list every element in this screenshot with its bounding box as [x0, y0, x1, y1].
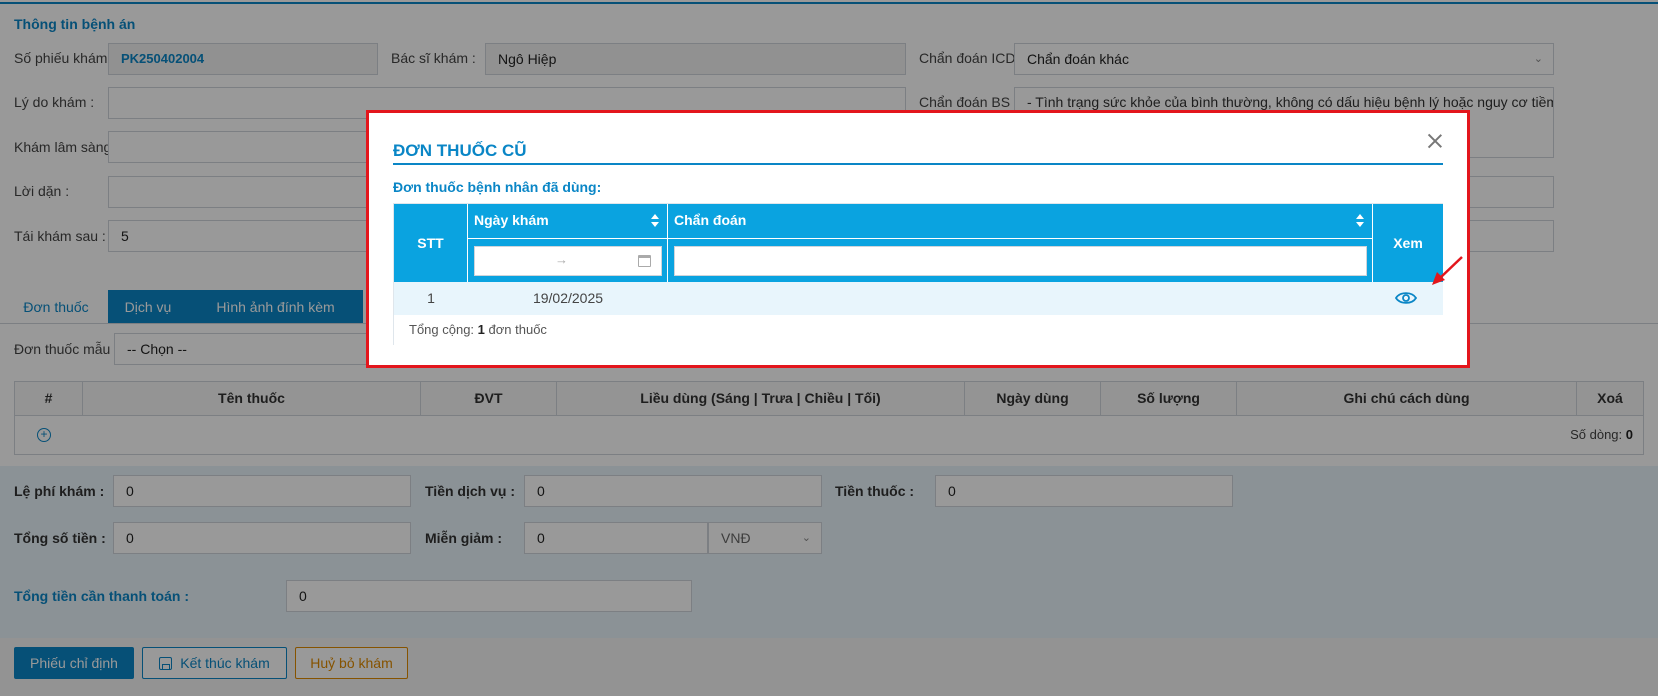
- row-stt: 1: [427, 290, 435, 306]
- col-chan-doan-label: Chẩn đoán: [674, 212, 747, 228]
- diagnosis-filter-cell: [668, 239, 1373, 282]
- calendar-icon[interactable]: [638, 255, 651, 267]
- row-ngay-kham: 19/02/2025: [532, 290, 604, 306]
- eye-icon[interactable]: [1395, 290, 1417, 306]
- sort-icon[interactable]: [1356, 214, 1364, 228]
- diagnosis-filter-input[interactable]: [674, 246, 1367, 276]
- footer-prefix: Tổng cộng:: [409, 322, 475, 337]
- col-ngay-kham-label: Ngày khám: [474, 212, 549, 228]
- footer-count: 1: [477, 322, 485, 337]
- old-prescription-table: STT Ngày khám Chẩn đoán Xem → 1 19/02/20…: [393, 203, 1463, 345]
- modal-title: ĐƠN THUỐC CŨ: [393, 141, 527, 160]
- modal-title-underline: [393, 163, 1443, 165]
- table-row: 1 19/02/2025: [394, 282, 1443, 315]
- close-icon[interactable]: [1427, 133, 1443, 149]
- date-filter-cell: →: [468, 239, 668, 282]
- table-footer: Tổng cộng: 1 đơn thuốc: [394, 315, 1443, 345]
- col-chan-doan[interactable]: Chẩn đoán: [668, 204, 1373, 239]
- modal-subtitle: Đơn thuốc bệnh nhân đã dùng:: [393, 179, 602, 195]
- sort-icon[interactable]: [651, 214, 659, 228]
- col-ngay-kham[interactable]: Ngày khám: [468, 204, 668, 239]
- annotation-arrow-icon: [1432, 256, 1463, 285]
- date-range-filter[interactable]: →: [474, 246, 662, 276]
- footer-suffix: đơn thuốc: [488, 322, 547, 337]
- date-range-separator: →: [555, 252, 568, 267]
- old-prescription-modal: ĐƠN THUỐC CŨ Đơn thuốc bệnh nhân đã dùng…: [366, 110, 1470, 368]
- col-stt: STT: [394, 204, 468, 282]
